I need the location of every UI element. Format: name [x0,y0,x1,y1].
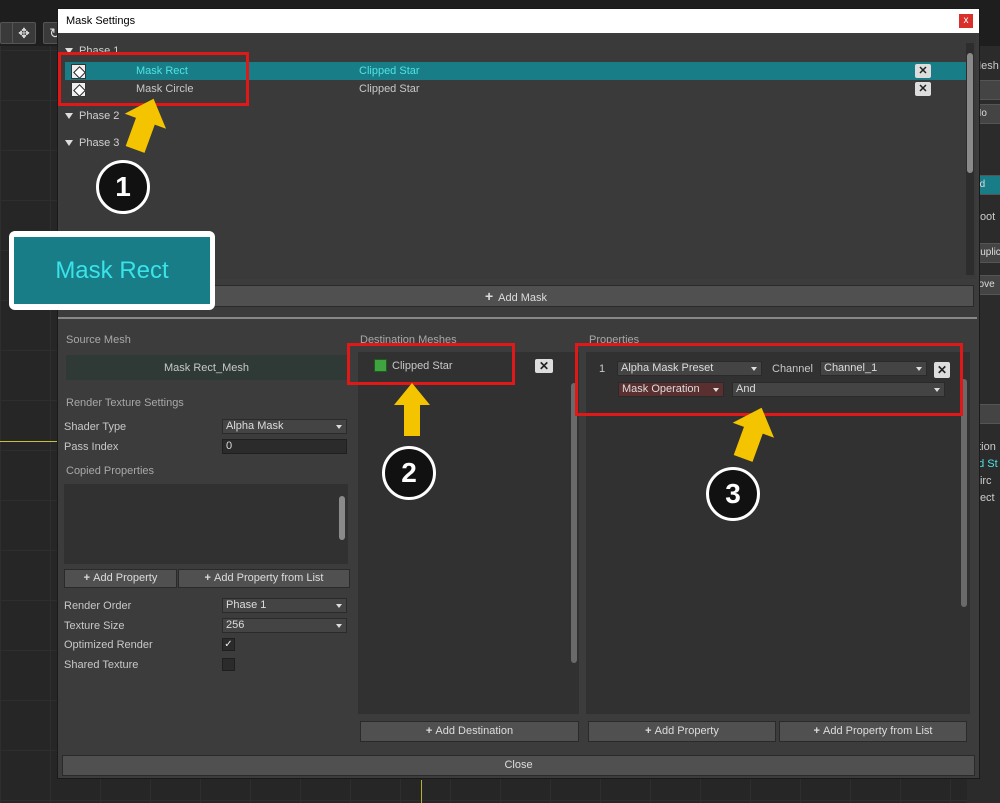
phase-header[interactable]: Phase 3 [65,137,119,149]
add-property-list-button[interactable]: + Add Property from List [779,721,967,742]
close-button[interactable]: Close [62,755,975,776]
source-mesh-heading: Source Mesh [66,334,131,346]
mask-list-scrollbar[interactable] [966,43,974,275]
chevron-down-icon [336,604,342,608]
zoom-callout-panel: Mask Rect [14,237,210,304]
add-copied-property-list-button[interactable]: + Add Property from List [178,569,350,588]
add-destination-label: Add Destination [435,725,514,737]
chevron-down-icon [336,425,342,429]
highlight-box-2 [347,343,515,385]
copied-properties-list[interactable] [64,484,348,564]
window-title: Mask Settings [66,15,136,27]
callout-number: 1 [96,160,150,214]
phase-label: Phase 2 [79,110,120,122]
remove-destination-icon[interactable]: ✕ [535,359,553,373]
source-mesh-name: Mask Rect_Mesh [164,362,249,374]
arrow-up-icon [732,407,775,462]
shared-texture-label: Shared Texture [64,659,139,671]
shared-texture-checkbox[interactable] [222,658,235,671]
scroll-thumb[interactable] [967,53,973,173]
shader-type-label: Shader Type [64,421,127,433]
pass-index-label: Pass Index [64,441,119,453]
destination-scrollbar[interactable] [570,379,578,712]
plus-icon: + [83,572,94,584]
remove-mask-icon[interactable]: ✕ [915,64,931,78]
add-property-list-label: Add Property from List [214,572,324,584]
texture-size-value: 256 [226,619,245,631]
zoom-callout: Mask Rect [9,231,215,310]
add-property-button[interactable]: + Add Property [588,721,776,742]
move-tool-icon[interactable]: ✥ [12,22,36,44]
close-icon[interactable]: x [959,14,973,28]
render-texture-heading: Render Texture Settings [66,397,184,409]
optimized-render-label: Optimized Render [64,639,153,651]
chevron-down-icon [336,624,342,628]
zoom-callout-text: Mask Rect [55,257,169,284]
shader-type-select[interactable]: Alpha Mask [222,419,347,434]
callout-number: 3 [706,467,760,521]
render-order-value: Phase 1 [226,599,267,611]
plus-icon: + [813,725,824,737]
plus-icon: + [484,288,494,304]
phase-label: Phase 3 [79,137,120,149]
copied-properties-heading: Copied Properties [66,465,155,477]
plus-icon: + [425,725,436,737]
shader-type-value: Alpha Mask [226,420,284,432]
add-destination-button[interactable]: + Add Destination [360,721,579,742]
phase-header[interactable]: Phase 2 [65,110,119,122]
render-order-select[interactable]: Phase 1 [222,598,347,613]
pass-index-input[interactable]: 0 [222,439,347,454]
expand-triangle-icon [65,140,73,147]
add-property-label: Add Property [654,725,719,737]
source-mesh-field[interactable]: Mask Rect_Mesh [66,355,347,380]
add-property-label: Add Property [93,572,158,584]
remove-mask-icon[interactable]: ✕ [915,82,931,96]
properties-scrollbar[interactable] [960,369,968,713]
expand-triangle-icon [65,113,73,120]
texture-size-select[interactable]: 256 [222,618,347,633]
scroll-thumb[interactable] [571,383,577,663]
plus-icon: + [645,725,655,737]
add-mask-label: Add Mask [498,292,548,304]
mask-destination: Clipped Star [359,83,420,95]
texture-size-label: Texture Size [64,620,125,632]
guide-line [0,441,58,442]
add-property-list-label: Add Property from List [823,725,933,737]
title-bar: Mask Settings x [58,9,979,33]
callout-number: 2 [382,446,436,500]
arrow-up-icon [124,98,167,153]
divider [58,317,977,319]
mask-destination: Clipped Star [359,65,420,77]
scroll-thumb[interactable] [339,496,345,540]
plus-icon: + [204,572,215,584]
arrow-up-icon [394,383,430,436]
render-order-label: Render Order [64,600,132,612]
optimized-render-checkbox[interactable]: ✓ [222,638,235,651]
guide-line [421,780,422,803]
copied-list-scrollbar[interactable] [338,492,346,564]
add-copied-property-button[interactable]: + Add Property [64,569,177,588]
